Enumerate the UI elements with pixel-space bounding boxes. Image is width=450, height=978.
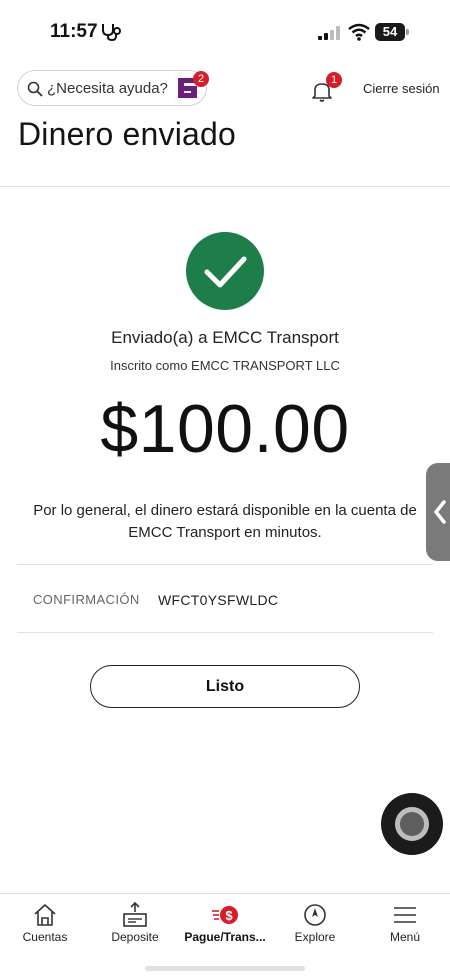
- pay-transfer-icon: $: [212, 906, 238, 924]
- tab-label: Deposite: [111, 930, 159, 944]
- side-panel-handle[interactable]: [426, 463, 450, 561]
- divider: [17, 632, 433, 633]
- divider: [17, 564, 433, 565]
- logout-link[interactable]: Cierre sesión: [363, 81, 440, 96]
- menu-icon: [394, 907, 416, 923]
- tab-deposite[interactable]: Deposite: [90, 894, 180, 954]
- assistant-badge: 2: [193, 71, 209, 87]
- status-bar: 11:57 54: [0, 0, 450, 64]
- header-divider: [0, 186, 450, 187]
- svg-text:$: $: [225, 908, 233, 923]
- confirmation-label: CONFIRMACIÓN: [33, 592, 140, 607]
- notification-badge: 1: [326, 72, 342, 88]
- page-title: Dinero enviado: [18, 116, 237, 152]
- assistive-touch-button[interactable]: [381, 793, 443, 855]
- assistive-touch-icon: [395, 807, 429, 841]
- tab-cuentas[interactable]: Cuentas: [0, 894, 90, 954]
- tab-label: Explore: [294, 930, 336, 944]
- stethoscope-icon: [102, 24, 121, 42]
- battery-level: 54: [382, 24, 398, 39]
- confirmation-number: WFCT0YSFWLDC: [158, 592, 279, 608]
- help-search-placeholder: ¿Necesita ayuda?: [47, 80, 168, 97]
- tab-pague-transfiera[interactable]: $ Pague/Trans...: [180, 894, 270, 954]
- done-button[interactable]: Listo: [90, 665, 360, 708]
- search-icon: [27, 81, 43, 97]
- tab-label: Menú: [389, 930, 421, 944]
- tab-label: Pague/Trans...: [184, 930, 266, 944]
- compass-icon: [304, 904, 326, 926]
- enrolled-as-line: Inscrito como EMCC TRANSPORT LLC: [110, 358, 340, 373]
- home-indicator: [145, 966, 305, 971]
- tab-explore[interactable]: Explore: [270, 894, 360, 954]
- availability-note: Por lo general, el dinero estará disponi…: [33, 502, 417, 541]
- tab-label: Cuentas: [22, 930, 68, 944]
- home-icon: [34, 904, 56, 926]
- cellular-signal-icon: [318, 26, 340, 40]
- deposit-icon: [123, 901, 147, 927]
- status-time: 11:57: [50, 21, 98, 42]
- amount-sent: $100.00: [100, 391, 350, 467]
- chevron-left-icon: [434, 500, 446, 524]
- recipient-line: Enviado(a) a EMCC Transport: [111, 328, 339, 347]
- battery-icon: 54: [375, 23, 409, 41]
- success-check-icon: [186, 232, 264, 310]
- wifi-icon: [348, 23, 370, 41]
- tab-menu[interactable]: Menú: [360, 894, 450, 954]
